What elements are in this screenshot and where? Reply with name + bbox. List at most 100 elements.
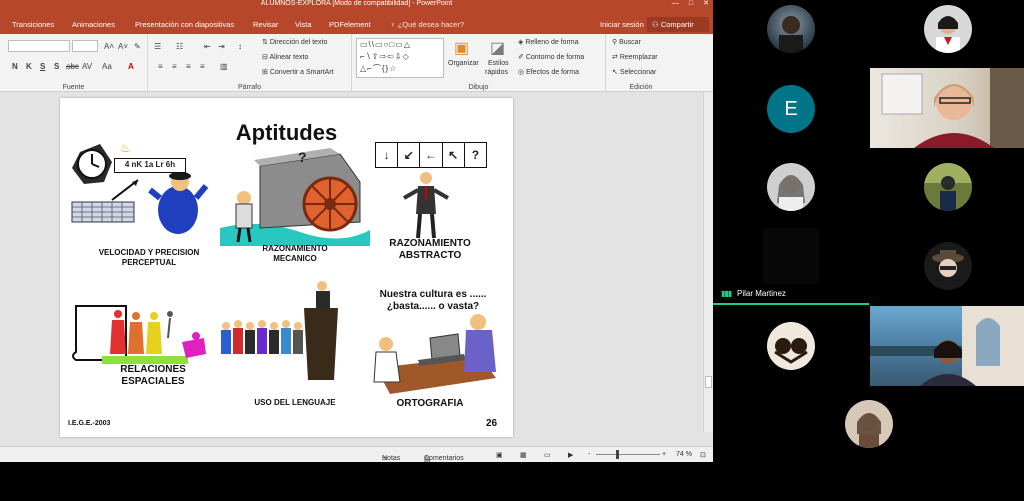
- text-direction-button[interactable]: ⇅ Dirección del texto: [262, 38, 327, 46]
- spacing-button[interactable]: AV: [82, 62, 92, 71]
- bullets-icon[interactable]: ☰: [154, 42, 161, 51]
- change-case-button[interactable]: Aa: [102, 62, 112, 71]
- zoom-out-button[interactable]: -: [588, 451, 590, 458]
- zoom-level[interactable]: 74 %: [676, 451, 692, 458]
- align-left-icon[interactable]: ≡: [158, 62, 163, 71]
- clear-format-icon[interactable]: ✎: [134, 42, 141, 51]
- scrollbar-thumb[interactable]: [705, 376, 712, 388]
- shadow-button[interactable]: S: [54, 62, 59, 71]
- minimize-button[interactable]: —: [672, 0, 679, 8]
- tell-me-box[interactable]: ♀ ¿Qué desea hacer?: [390, 20, 464, 29]
- shape-fill-button[interactable]: ◈ Relleno de forma: [518, 38, 579, 46]
- vertical-scrollbar[interactable]: [703, 92, 713, 432]
- align-right-icon[interactable]: ≡: [186, 62, 191, 71]
- italic-button[interactable]: K: [26, 62, 32, 71]
- signin-link[interactable]: Iniciar sesión: [600, 20, 644, 29]
- close-button[interactable]: ✕: [703, 0, 709, 8]
- slideshow-icon[interactable]: ▶: [568, 451, 573, 459]
- person-silhouette-icon: [777, 175, 805, 211]
- tab-vista[interactable]: Vista: [295, 20, 312, 29]
- tab-pdfelement[interactable]: PDFelement: [329, 20, 371, 29]
- participant-avatar-1[interactable]: [767, 5, 815, 53]
- tab-presentacion[interactable]: Presentación con diapositivas: [135, 20, 234, 29]
- strikethrough-button[interactable]: abc: [66, 62, 79, 71]
- zoom-slider-thumb[interactable]: [616, 450, 619, 459]
- sequence-cell-3: ←: [420, 143, 443, 167]
- fit-slide-icon[interactable]: ⊡: [700, 451, 706, 459]
- participant-video-2[interactable]: [870, 306, 1024, 386]
- gear-question-mark: ?: [298, 149, 307, 165]
- zoom-in-button[interactable]: +: [662, 451, 666, 458]
- editing-group: ⚲ Buscar ⇄ Reemplazar ↖ Seleccionar Edic…: [606, 34, 676, 92]
- font-color-icon[interactable]: A: [128, 62, 134, 71]
- participant-avatar-5[interactable]: [924, 242, 972, 290]
- caption-lenguaje: USO DEL LENGUAJE: [254, 398, 336, 407]
- participant-avatar-2[interactable]: [924, 5, 972, 53]
- normal-view-icon[interactable]: ▣: [496, 451, 503, 459]
- select-button[interactable]: ↖ Seleccionar: [612, 68, 656, 76]
- underline-button[interactable]: S: [40, 62, 45, 71]
- caption-mecanico: RAZONAMIENTO MECANICO: [262, 244, 328, 263]
- find-button[interactable]: ⚲ Buscar: [612, 38, 641, 46]
- align-center-icon[interactable]: ≡: [172, 62, 177, 71]
- slide-page-number: 26: [486, 418, 498, 429]
- line-spacing-icon[interactable]: ↕: [238, 42, 242, 51]
- smartart-button[interactable]: ⊞ Convertir a SmartArt: [262, 68, 334, 76]
- participant-avatar-7[interactable]: [845, 400, 893, 448]
- numbering-icon[interactable]: ☷: [176, 42, 183, 51]
- replace-button[interactable]: ⇄ Reemplazar: [612, 53, 658, 61]
- tab-transiciones[interactable]: Transiciones: [12, 20, 54, 29]
- bold-button[interactable]: N: [12, 62, 18, 71]
- caption-abstracto: RAZONAMIENTO ABSTRACTO: [389, 238, 471, 261]
- window-title: ALUMNOS-EXPLORA [Modo de compatibilidad]…: [260, 0, 453, 7]
- abstract-reasoning-illustration: [403, 172, 449, 239]
- quick-styles-button-2[interactable]: rápidos: [485, 69, 508, 76]
- participant-avatar-e[interactable]: E: [767, 85, 815, 133]
- participant-avatar-3[interactable]: [767, 163, 815, 211]
- perceptual-speed-illustration: ♨: [71, 141, 209, 234]
- person-silhouette-icon: [779, 16, 803, 53]
- quick-styles-button-1[interactable]: Estilos: [488, 60, 509, 67]
- tell-me-text: ¿Qué desea hacer?: [397, 20, 465, 29]
- tab-animaciones[interactable]: Animaciones: [72, 20, 115, 29]
- arrange-button[interactable]: Organizar: [448, 60, 479, 67]
- grow-font-icon[interactable]: A˄: [104, 42, 114, 51]
- caption-ortografia: ORTOGRAFIA: [396, 398, 464, 409]
- pen-icon: ✐: [518, 54, 526, 61]
- justify-icon[interactable]: ≡: [200, 62, 205, 71]
- share-button[interactable]: ⚇ Compartir: [647, 17, 709, 32]
- shape-effects-button[interactable]: ◎ Efectos de forma: [518, 68, 579, 76]
- participant-tile-dark[interactable]: [763, 228, 819, 284]
- text-direction-icon: ⇅: [262, 39, 270, 46]
- maximize-button[interactable]: □: [689, 0, 693, 8]
- columns-icon[interactable]: ▥: [220, 62, 228, 71]
- font-size-box[interactable]: [72, 40, 98, 52]
- person-silhouette-icon: [857, 413, 881, 448]
- align-text-button[interactable]: ⊟ Alinear texto: [262, 53, 308, 61]
- replace-icon: ⇄: [612, 54, 620, 61]
- share-label: Compartir: [660, 20, 694, 29]
- orthography-illustration: [373, 314, 496, 394]
- ribbon-tabs: Transiciones Animaciones Presentación co…: [0, 8, 713, 34]
- sequence-cell-5: ?: [471, 148, 480, 162]
- zoom-slider-track[interactable]: [596, 454, 660, 455]
- person-silhouette-icon: [936, 16, 960, 53]
- font-group-label: Fuente: [62, 84, 85, 91]
- reading-view-icon[interactable]: ▭: [544, 451, 551, 459]
- font-group: A˄ A˅ ✎ N K S S abc AV Aa A Fuente: [0, 34, 148, 92]
- shape-outline-button[interactable]: ✐ Contorno de forma: [518, 53, 584, 61]
- indent-decrease-icon[interactable]: ⇤: [204, 42, 211, 51]
- indent-increase-icon[interactable]: ⇥: [218, 42, 225, 51]
- caption-velocidad: VELOCIDAD Y PRECISION PERCEPTUAL: [98, 248, 200, 267]
- participant-avatar-4[interactable]: [924, 163, 972, 211]
- participant-video-1[interactable]: [870, 68, 1024, 148]
- effects-icon: ◎: [518, 69, 527, 76]
- shapes-gallery[interactable]: ▭\\▭○□▭△ ⌐∖⇧⇨⇦⇩◇ △⌐⌒{}☆: [356, 38, 444, 78]
- shrink-font-icon[interactable]: A˅: [118, 42, 128, 51]
- tab-revisar[interactable]: Revisar: [253, 20, 278, 29]
- quick-styles-icon: ◪: [490, 40, 506, 57]
- slide-canvas[interactable]: Aptitudes ♨ 4 nK 1a Lr 6h VELOCIDAD Y PR…: [60, 98, 513, 437]
- font-name-box[interactable]: [8, 40, 70, 52]
- slide-sorter-icon[interactable]: ▦: [520, 451, 527, 459]
- participant-avatar-6[interactable]: [767, 322, 815, 370]
